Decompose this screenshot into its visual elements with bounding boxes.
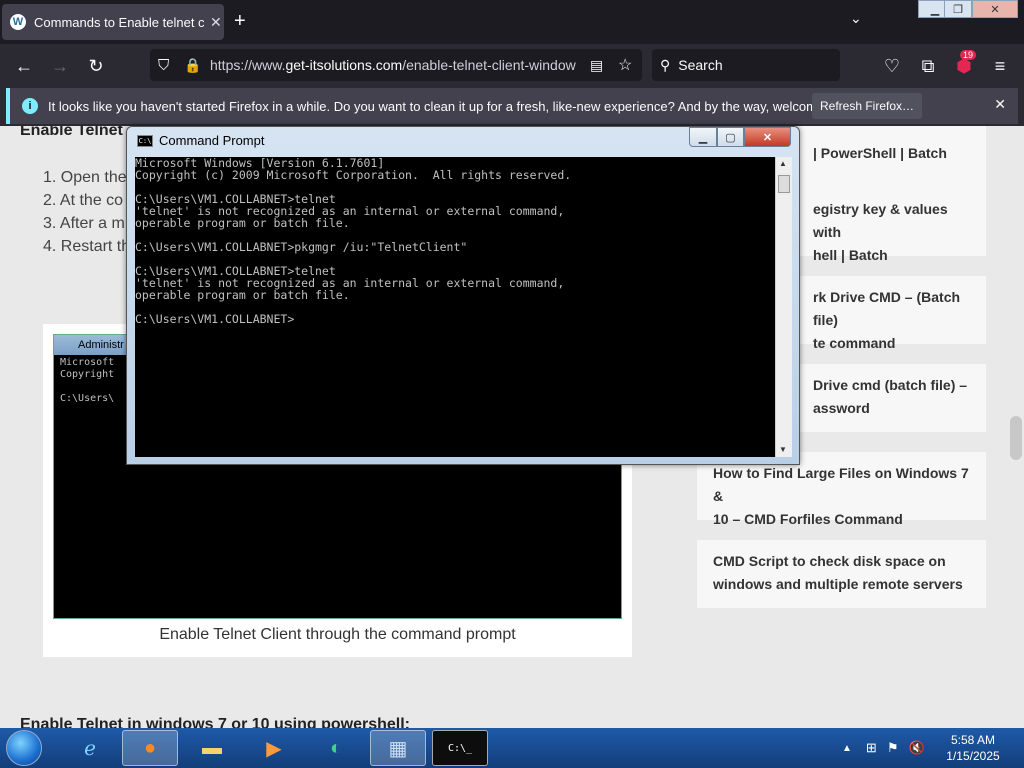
scroll-down-icon[interactable]: ▼ <box>779 445 787 454</box>
file-explorer-icon[interactable]: ▬ <box>184 730 240 766</box>
navigation-bar: ← → ↻ ⛉ 🔒 https://www.get-itsolutions.co… <box>0 44 1024 86</box>
firefox-icon[interactable]: ● <box>122 730 178 766</box>
show-hidden-icons-icon[interactable]: ▲ <box>842 743 852 754</box>
browser-icon[interactable]: ◐ <box>308 730 364 766</box>
restore-window-button[interactable]: ❐ <box>944 0 972 18</box>
sidebar-post-link[interactable]: CMD Script to check disk space on windows… <box>697 540 986 608</box>
list-item: 4. Restart th <box>43 238 131 255</box>
cmd-icon: C:\ <box>137 134 153 147</box>
extensions-icon[interactable]: ⧉ <box>914 52 942 80</box>
internet-explorer-icon[interactable]: ℯ <box>62 730 118 766</box>
system-tray: ▲ ⊞ ⚑ 🔇 <box>842 728 925 768</box>
clock-time: 5:58 AM <box>950 733 996 747</box>
reload-button[interactable]: ↻ <box>82 52 110 80</box>
search-input[interactable]: ⚲ Search <box>652 49 840 81</box>
control-panel-icon[interactable]: ▦ <box>370 730 426 766</box>
clock-date: 1/15/2025 <box>946 749 1000 763</box>
page-scrollbar[interactable] <box>1008 126 1024 728</box>
pocket-icon[interactable]: ♡ <box>878 52 906 80</box>
close-notification-icon[interactable]: ✕ <box>994 96 1006 113</box>
new-tab-button[interactable]: + <box>234 10 246 33</box>
start-button[interactable] <box>6 730 42 766</box>
tab-bar: W Commands to Enable telnet cli ✕ + ⌄ ▁ … <box>0 0 1024 44</box>
cmd-scrollbar[interactable]: ▲ ▼ <box>775 157 792 457</box>
refresh-firefox-button[interactable]: Refresh Firefox… <box>812 93 922 119</box>
steps-list: 1. Open the 2. At the co 3. After a m 4.… <box>43 166 130 258</box>
command-prompt-window[interactable]: C:\ Command Prompt ▁ ▢ ✕ Microsoft Windo… <box>126 126 800 465</box>
browser-tab[interactable]: W Commands to Enable telnet cli ✕ <box>2 4 224 40</box>
list-item: 3. After a m <box>43 215 125 232</box>
flag-icon[interactable]: ⚑ <box>887 740 899 756</box>
cmd-minimize-button[interactable]: ▁ <box>689 127 717 147</box>
taskbar: ℯ ● ▬ ▶ ◐ ▦ C:\_ ▲ ⊞ ⚑ 🔇 5:58 AM 1/15/20… <box>0 728 1024 768</box>
bookmark-star-icon[interactable]: ☆ <box>618 55 632 75</box>
figure-caption: Enable Telnet Client through the command… <box>159 626 516 643</box>
close-tab-icon[interactable]: ✕ <box>210 14 222 31</box>
notification-text: It looks like you haven't started Firefo… <box>48 98 859 114</box>
cmd-close-button[interactable]: ✕ <box>744 127 791 147</box>
menu-icon[interactable]: ≡ <box>986 52 1014 80</box>
wordpress-icon: W <box>10 14 26 30</box>
media-player-icon[interactable]: ▶ <box>246 730 302 766</box>
tab-title: Commands to Enable telnet cli <box>34 14 204 30</box>
reader-view-icon[interactable]: ▤ <box>590 57 603 74</box>
console-output[interactable]: Microsoft Windows [Version 6.1.7601] Cop… <box>135 157 775 457</box>
network-icon[interactable]: ⊞ <box>866 740 877 756</box>
info-icon: i <box>22 98 38 114</box>
extensions-badge: 19 <box>960 50 977 60</box>
search-placeholder: Search <box>678 57 723 73</box>
list-all-tabs-button[interactable]: ⌄ <box>850 10 862 27</box>
list-item: 2. At the co <box>43 192 124 209</box>
url-text[interactable]: https://www.get-itsolutions.com/enable-t… <box>210 57 580 73</box>
forward-button[interactable]: → <box>46 52 74 80</box>
list-item: 1. Open the <box>43 169 127 186</box>
console-text: Microsoft Windows [Version 6.1.7601] Cop… <box>135 157 572 326</box>
scrollbar-thumb[interactable] <box>778 175 790 193</box>
cmd-titlebar[interactable]: C:\ Command Prompt <box>137 133 264 148</box>
lock-icon[interactable]: 🔒 <box>184 57 201 74</box>
cmd-maximize-button[interactable]: ▢ <box>717 127 744 147</box>
cmd-title: Command Prompt <box>159 133 265 148</box>
url-bar[interactable]: ⛉ 🔒 https://www.get-itsolutions.com/enab… <box>150 49 642 81</box>
back-button[interactable]: ← <box>10 52 38 80</box>
shield-icon[interactable]: ⛉ <box>158 57 169 74</box>
section-heading: Enable Telnet <box>20 126 123 139</box>
scroll-up-icon[interactable]: ▲ <box>779 159 787 168</box>
notification-bar: i It looks like you haven't started Fire… <box>0 86 1024 126</box>
section-heading: Enable Telnet in windows 7 or 10 using p… <box>20 716 410 728</box>
clock[interactable]: 5:58 AM 1/15/2025 <box>938 732 1008 764</box>
scrollbar-thumb[interactable] <box>1010 416 1022 460</box>
close-window-button[interactable]: ✕ <box>972 0 1018 18</box>
search-icon: ⚲ <box>660 56 671 73</box>
command-prompt-icon[interactable]: C:\_ <box>432 730 488 766</box>
volume-muted-icon[interactable]: 🔇 <box>908 740 924 756</box>
